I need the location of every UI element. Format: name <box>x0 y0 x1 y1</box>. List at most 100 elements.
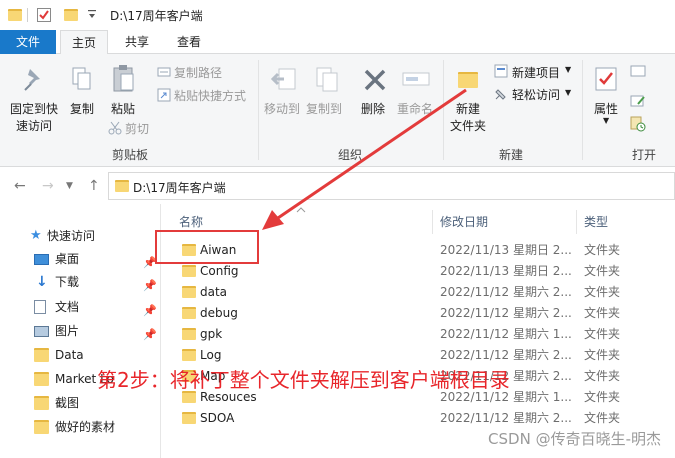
star-icon: ★ <box>30 228 42 243</box>
chevron-down-icon[interactable] <box>88 10 96 20</box>
tab-home[interactable]: 主页 <box>60 30 108 55</box>
column-header-type[interactable]: 类型 <box>584 210 608 234</box>
file-name: Config <box>200 264 239 278</box>
address-path: D:\17周年客户端 <box>133 181 226 195</box>
up-arrow-icon[interactable]: ↑ <box>88 178 100 194</box>
sidebar-item-label: 图片 <box>55 324 80 338</box>
file-name: debug <box>200 306 238 320</box>
ribbon: 固定到快 速访问 复制 粘贴 复制路径 粘贴快捷方式 剪切 剪贴板 移动到 复制… <box>0 54 675 167</box>
divider <box>27 8 28 22</box>
annotation-text: 第2步：将补丁整个文件夹解压到客户端根目录 <box>97 368 510 392</box>
window-title: D:\17周年客户端 <box>110 9 203 23</box>
rename-label: 重命名 <box>397 102 434 116</box>
properties-label: 属性 <box>594 102 619 116</box>
divider <box>582 60 583 160</box>
chevron-down-icon[interactable]: ▼ <box>66 181 73 191</box>
tab-view[interactable]: 查看 <box>166 30 212 54</box>
sidebar-item-documents[interactable]: 文档 📌 <box>0 296 160 318</box>
address-bar[interactable]: D:\17周年客户端 <box>108 172 675 200</box>
history-icon[interactable] <box>630 116 646 132</box>
copy-icon <box>72 67 91 90</box>
paste-icon <box>113 65 134 92</box>
pictures-icon <box>34 326 49 337</box>
properties-check-icon <box>595 67 617 91</box>
pin-icon <box>24 69 40 91</box>
list-item[interactable]: debug 2022/11/12 星期六 2... 文件夹 <box>164 303 675 324</box>
file-type: 文件夹 <box>584 285 621 299</box>
copy-to-label: 复制到 <box>306 102 343 116</box>
folder-icon <box>34 348 49 362</box>
clipboard-group-label: 剪贴板 <box>112 148 149 162</box>
folder-icon <box>182 307 196 319</box>
rename-icon <box>402 72 430 86</box>
pin-quick-access-label-1: 固定到快 <box>10 102 59 116</box>
divider <box>576 210 577 234</box>
tab-share[interactable]: 共享 <box>114 30 160 54</box>
sidebar-item-data[interactable]: Data <box>0 344 160 366</box>
ribbon-tabs: 文件 主页 共享 查看 <box>0 30 675 55</box>
sidebar-item-materials[interactable]: 做好的素材 <box>0 416 160 438</box>
sidebar-item-label: 截图 <box>55 396 80 410</box>
edit-icon[interactable] <box>630 94 646 108</box>
folder-icon <box>34 420 49 434</box>
folder-icon <box>34 372 49 386</box>
back-arrow-icon[interactable]: ← <box>14 178 26 194</box>
easy-access-label: 轻松访问 <box>512 88 561 102</box>
properties-check-icon[interactable] <box>36 7 52 23</box>
sort-chevron-icon <box>296 207 306 213</box>
list-item[interactable]: gpk 2022/11/12 星期六 1... 文件夹 <box>164 324 675 345</box>
sidebar-item-downloads[interactable]: ↓ 下载 📌 <box>0 271 160 293</box>
new-folder-icon[interactable] <box>64 9 78 21</box>
folder-icon <box>182 349 196 361</box>
new-item-label: 新建项目 <box>512 66 561 80</box>
sidebar-quick-access-label: 快速访问 <box>47 229 96 243</box>
forward-arrow-icon[interactable]: → <box>42 178 54 194</box>
organize-group-label: 组织 <box>338 148 363 162</box>
file-type: 文件夹 <box>584 390 621 404</box>
chevron-down-icon: ▼ <box>565 65 572 74</box>
chevron-down-icon: ▼ <box>565 88 572 97</box>
title-bar: D:\17周年客户端 <box>0 0 675 30</box>
sidebar-item-desktop[interactable]: 桌面 📌 <box>0 248 160 270</box>
sidebar-quick-access[interactable]: ★ 快速访问 <box>0 225 160 247</box>
highlight-box <box>155 230 259 264</box>
pin-icon: 📌 <box>143 279 157 292</box>
list-item[interactable]: Log 2022/11/12 星期六 2... 文件夹 <box>164 345 675 366</box>
sidebar-item-label: 做好的素材 <box>55 420 116 434</box>
cut-label: 剪切 <box>125 122 150 136</box>
file-date: 2022/11/13 星期日 2... <box>440 264 572 278</box>
file-date: 2022/11/12 星期六 2... <box>440 411 572 425</box>
open-icon[interactable] <box>630 64 646 78</box>
file-name: gpk <box>200 327 223 341</box>
copy-path-icon <box>157 67 171 77</box>
divider <box>443 60 444 160</box>
file-date: 2022/11/13 星期日 2... <box>440 243 572 257</box>
new-group-label: 新建 <box>499 148 524 162</box>
sidebar-item-label: 文档 <box>55 300 80 314</box>
list-item[interactable]: data 2022/11/12 星期六 2... 文件夹 <box>164 282 675 303</box>
file-type: 文件夹 <box>584 348 621 362</box>
sidebar-item-pictures[interactable]: 图片 📌 <box>0 320 160 342</box>
file-name: SDOA <box>200 411 235 425</box>
folder-icon <box>115 180 129 192</box>
scissors-icon <box>108 121 122 135</box>
pin-icon: 📌 <box>143 328 157 341</box>
file-date: 2022/11/12 星期六 1... <box>440 327 572 341</box>
column-header-date[interactable]: 修改日期 <box>440 210 488 234</box>
sidebar-item-label: 桌面 <box>55 252 80 266</box>
easy-access-icon <box>495 89 506 100</box>
list-item[interactable]: Config 2022/11/13 星期日 2... 文件夹 <box>164 261 675 282</box>
folder-icon <box>8 9 22 21</box>
list-item[interactable]: SDOA 2022/11/12 星期六 2... 文件夹 <box>164 408 675 429</box>
paste-label: 粘贴 <box>111 102 136 116</box>
chevron-down-icon: ▼ <box>603 116 610 125</box>
move-to-icon <box>270 68 296 90</box>
folder-icon <box>182 286 196 298</box>
tab-file[interactable]: 文件 <box>0 30 56 54</box>
file-name: data <box>200 285 228 299</box>
folder-icon <box>34 396 49 410</box>
sidebar-item-screenshots[interactable]: 截图 <box>0 392 160 414</box>
new-folder-icon <box>458 72 478 88</box>
file-type: 文件夹 <box>584 327 621 341</box>
sidebar-item-label: 下载 <box>55 275 80 289</box>
